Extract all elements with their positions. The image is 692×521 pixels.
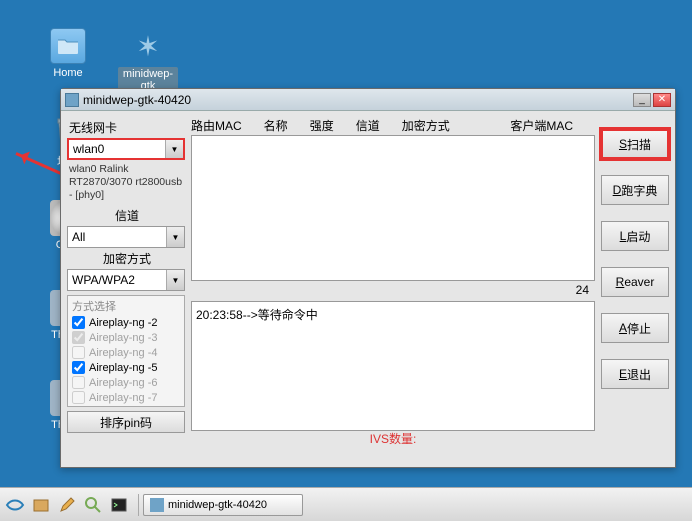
scan-button[interactable]: S扫描	[601, 129, 669, 159]
taskbar-separator	[138, 494, 139, 516]
chevron-down-icon: ▼	[165, 140, 183, 158]
desktop-icon-label: Home	[38, 67, 98, 79]
launcher-menu[interactable]	[4, 494, 26, 516]
stop-button[interactable]: A停止	[601, 313, 669, 343]
close-button[interactable]: ✕	[653, 93, 671, 107]
method-row: Aireplay-ng -3	[68, 330, 184, 345]
folder-icon	[50, 28, 86, 64]
adapter-dropdown[interactable]: wlan0 ▼	[67, 138, 185, 160]
dictionary-button[interactable]: D跑字典	[601, 175, 669, 205]
method-row: Aireplay-ng -6	[68, 375, 184, 390]
start-button[interactable]: L启动	[601, 221, 669, 251]
method-checkbox[interactable]	[72, 361, 85, 374]
taskbar-item[interactable]: minidwep-gtk-40420	[143, 494, 303, 516]
launcher-files[interactable]	[30, 494, 52, 516]
method-header: 方式选择	[68, 297, 184, 315]
col-channel: 信道	[356, 117, 380, 135]
minimize-button[interactable]: _	[633, 93, 651, 107]
method-checkbox[interactable]	[72, 316, 85, 329]
window-icon	[65, 93, 79, 107]
method-checkbox	[72, 391, 85, 404]
adapter-value: wlan0	[69, 142, 165, 156]
col-router-mac: 路由MAC	[191, 117, 242, 135]
gear-icon: ✶	[130, 28, 166, 64]
network-list[interactable]	[191, 135, 595, 281]
col-encryption: 加密方式	[402, 117, 450, 135]
titlebar[interactable]: minidwep-gtk-40420 _ ✕	[61, 89, 675, 111]
ivs-label: IVS数量:	[191, 430, 595, 447]
window-title: minidwep-gtk-40420	[83, 93, 191, 107]
channel-value: All	[68, 230, 166, 244]
method-checkbox	[72, 376, 85, 389]
taskbar: minidwep-gtk-40420	[0, 487, 692, 521]
taskbar-item-icon	[150, 498, 164, 512]
row-counter: 24	[576, 283, 589, 297]
method-label: Aireplay-ng -7	[89, 392, 157, 404]
reaver-button[interactable]: Reaver	[601, 267, 669, 297]
method-label: Aireplay-ng -3	[89, 332, 157, 344]
encryption-value: WPA/WPA2	[68, 273, 166, 287]
right-panel: S扫描 D跑字典 L启动 Reaver A停止 E退出	[601, 129, 669, 461]
app-window: minidwep-gtk-40420 _ ✕ 无线网卡 wlan0 ▼ wlan…	[60, 88, 676, 468]
column-headers: 路由MAC 名称 强度 信道 加密方式 客户端MAC	[191, 117, 595, 135]
method-row[interactable]: Aireplay-ng -5	[68, 360, 184, 375]
chevron-down-icon: ▼	[166, 270, 184, 290]
launcher-terminal[interactable]	[108, 494, 130, 516]
method-checkbox	[72, 331, 85, 344]
desktop-icon-home[interactable]: Home	[38, 28, 98, 79]
log-line: 20:23:58-->等待命令中	[196, 306, 590, 323]
center-panel: 路由MAC 名称 强度 信道 加密方式 客户端MAC 24 20:23:58--…	[191, 117, 595, 447]
wireless-adapter-label: 无线网卡	[69, 119, 185, 136]
launcher-search[interactable]	[82, 494, 104, 516]
method-label: Aireplay-ng -2	[89, 317, 157, 329]
encryption-label: 加密方式	[69, 250, 185, 267]
method-label: Aireplay-ng -5	[89, 362, 157, 374]
method-label: Aireplay-ng -6	[89, 377, 157, 389]
exit-button[interactable]: E退出	[601, 359, 669, 389]
desktop-icon-app[interactable]: ✶ minidwep-gtk	[118, 28, 178, 93]
channel-dropdown[interactable]: All ▼	[67, 226, 185, 248]
sort-pin-button[interactable]: 排序pin码	[67, 411, 185, 433]
channel-label: 信道	[69, 207, 185, 224]
method-row: Aireplay-ng -4	[68, 345, 184, 360]
encryption-dropdown[interactable]: WPA/WPA2 ▼	[67, 269, 185, 291]
col-name: 名称	[264, 117, 288, 135]
chevron-down-icon: ▼	[166, 227, 184, 247]
method-checkbox	[72, 346, 85, 359]
method-row: Aireplay-ng -7	[68, 390, 184, 405]
method-box: 方式选择 Aireplay-ng -2 Aireplay-ng -3 Airepla…	[67, 295, 185, 407]
adapter-info: wlan0 Ralink RT2870/3070 rt2800usb - [ph…	[67, 160, 185, 205]
col-strength: 强度	[310, 117, 334, 135]
launcher-edit[interactable]	[56, 494, 78, 516]
left-panel: 无线网卡 wlan0 ▼ wlan0 Ralink RT2870/3070 rt…	[67, 117, 185, 461]
method-label: Aireplay-ng -4	[89, 347, 157, 359]
method-row[interactable]: Aireplay-ng -2	[68, 315, 184, 330]
taskbar-item-label: minidwep-gtk-40420	[168, 499, 267, 511]
log-panel[interactable]: 20:23:58-->等待命令中	[191, 301, 595, 431]
col-client-mac: 客户端MAC	[510, 117, 573, 135]
